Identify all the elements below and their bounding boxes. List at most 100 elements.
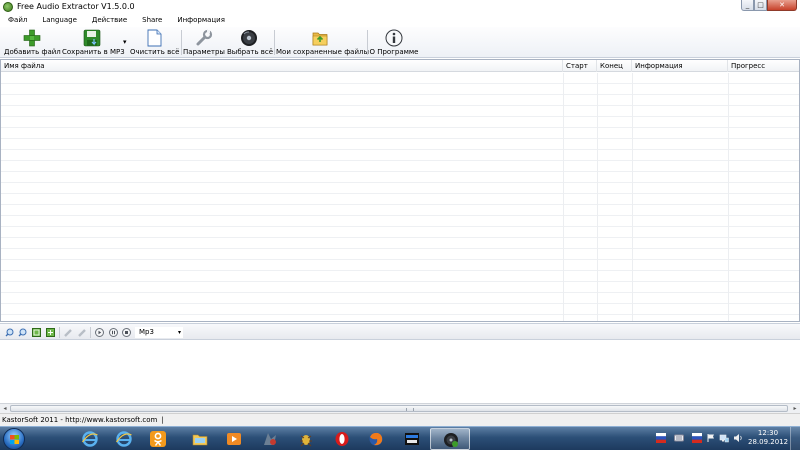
column-info[interactable]: Информация: [632, 60, 728, 72]
minimize-button[interactable]: _: [741, 0, 754, 11]
list-header: Имя файла Старт Конец Информация Прогрес…: [1, 60, 799, 72]
play-icon[interactable]: [95, 328, 104, 337]
column-progress[interactable]: Прогресс: [728, 60, 799, 72]
odnoklassniki-icon: [150, 431, 166, 447]
add-file-button[interactable]: Добавить файл: [4, 28, 61, 57]
scrollbar-thumb[interactable]: [10, 405, 788, 412]
save-mp3-button[interactable]: Сохранить в MP3: [62, 28, 125, 57]
taskbar-app[interactable]: [138, 428, 178, 450]
column-divider: [563, 73, 564, 321]
select-all-button[interactable]: Выбрать всё: [227, 28, 274, 57]
status-text: KastorSoft 2011 - http://www.kastorsoft.…: [2, 416, 158, 424]
fit-icon[interactable]: [32, 328, 41, 337]
toolbar-separator: [274, 30, 275, 55]
opera-icon: [335, 432, 349, 446]
column-divider: [728, 73, 729, 321]
status-bar: KastorSoft 2011 - http://www.kastorsoft.…: [0, 413, 800, 426]
title-bar: Free Audio Extractor V1.5.0.0 _ □ ✕: [0, 0, 800, 14]
clock[interactable]: 12:30 28.09.2012: [748, 429, 788, 447]
text-cursor: |: [161, 416, 164, 424]
language-flag-icon[interactable]: [656, 433, 666, 443]
window-title: Free Audio Extractor V1.5.0.0: [17, 2, 135, 11]
info-icon: [385, 29, 403, 47]
media-player-icon: [227, 433, 241, 445]
select-all-label: Выбрать всё: [227, 48, 274, 56]
menu-language[interactable]: Language: [34, 14, 84, 27]
toolbar-separator: [181, 30, 182, 55]
mark-out-icon[interactable]: [78, 328, 87, 337]
clear-all-label: Очистить всё: [130, 48, 180, 56]
column-divider: [597, 73, 598, 321]
firefox-icon: [369, 432, 383, 446]
file-list[interactable]: Имя файла Старт Конец Информация Прогрес…: [0, 59, 800, 322]
format-select-value: Mp3: [139, 328, 154, 336]
about-button[interactable]: О Программе: [369, 28, 419, 57]
windows-logo-icon: [10, 435, 19, 444]
menu-info[interactable]: Информация: [169, 14, 232, 27]
action-center-flag-icon[interactable]: [706, 433, 716, 443]
taskbar-app[interactable]: [392, 428, 432, 450]
folder-icon: [312, 32, 328, 46]
taskbar-app[interactable]: [250, 428, 290, 450]
expand-icon[interactable]: [46, 328, 55, 337]
taskbar-app[interactable]: [286, 428, 326, 450]
audio-extractor-icon: [444, 433, 458, 447]
save-dropdown-arrow[interactable]: ▾: [123, 38, 127, 46]
ie-icon: [82, 431, 98, 447]
list-body[interactable]: [1, 73, 799, 321]
menu-action[interactable]: Действие: [84, 14, 134, 27]
taskbar: 12:30 28.09.2012: [0, 426, 800, 450]
waveform-area[interactable]: [0, 341, 800, 403]
chevron-down-icon: ▾: [177, 329, 181, 336]
ie-icon: [116, 431, 132, 447]
column-start[interactable]: Старт: [563, 60, 597, 72]
taskbar-app[interactable]: [214, 428, 254, 450]
scroll-right-button[interactable]: ▸: [790, 404, 800, 413]
explorer-icon: [192, 434, 208, 446]
player-separator: [59, 327, 60, 338]
stop-icon[interactable]: [122, 328, 131, 337]
maximize-button[interactable]: □: [754, 0, 767, 11]
clear-all-button[interactable]: Очистить всё: [130, 28, 180, 57]
player-toolbar: Mp3 ▾: [0, 323, 800, 340]
add-file-label: Добавить файл: [4, 48, 61, 56]
column-filename[interactable]: Имя файла: [1, 60, 563, 72]
blank-page-icon: [147, 29, 162, 47]
zoom-out-icon[interactable]: [18, 328, 27, 337]
menu-bar: Файл Language Действие Share Информация: [0, 14, 800, 27]
taskbar-app[interactable]: [356, 428, 396, 450]
format-select[interactable]: Mp3 ▾: [135, 327, 183, 338]
close-button[interactable]: ✕: [767, 0, 797, 11]
toolbar: Добавить файл Сохранить в MP3 ▾ Очистить…: [0, 27, 800, 58]
disc-icon: [241, 30, 257, 46]
horizontal-scrollbar[interactable]: ◂ ▸: [0, 403, 800, 413]
my-saved-files-button[interactable]: Мои сохраненные файлы: [276, 28, 369, 57]
scroll-left-button[interactable]: ◂: [0, 404, 10, 413]
about-label: О Программе: [369, 48, 419, 56]
start-button[interactable]: [3, 428, 25, 450]
app-icon: [3, 2, 13, 12]
mark-in-icon[interactable]: [64, 328, 73, 337]
keyboard-icon[interactable]: [674, 433, 684, 443]
zoom-in-icon[interactable]: [5, 328, 14, 337]
scrollbar-grip-icon: [406, 408, 414, 411]
plus-icon: [23, 29, 41, 47]
wrench-icon: [196, 29, 213, 46]
bug-icon: [300, 435, 312, 447]
settings-label: Параметры: [183, 48, 225, 56]
clock-time: 12:30: [757, 429, 779, 437]
menu-share[interactable]: Share: [134, 14, 169, 27]
taskbar-app-active[interactable]: [430, 428, 470, 450]
player-separator: [90, 327, 91, 338]
network-icon[interactable]: [719, 433, 729, 443]
volume-icon[interactable]: [733, 433, 743, 443]
language-flag-icon[interactable]: [692, 433, 702, 443]
show-desktop-button[interactable]: [790, 427, 800, 450]
pause-icon[interactable]: [109, 328, 118, 337]
settings-button[interactable]: Параметры: [183, 28, 225, 57]
column-end[interactable]: Конец: [597, 60, 632, 72]
menu-file[interactable]: Файл: [0, 14, 34, 27]
save-disk-icon: [83, 29, 101, 47]
game-icon: [264, 433, 276, 445]
save-mp3-label: Сохранить в MP3: [62, 48, 125, 56]
